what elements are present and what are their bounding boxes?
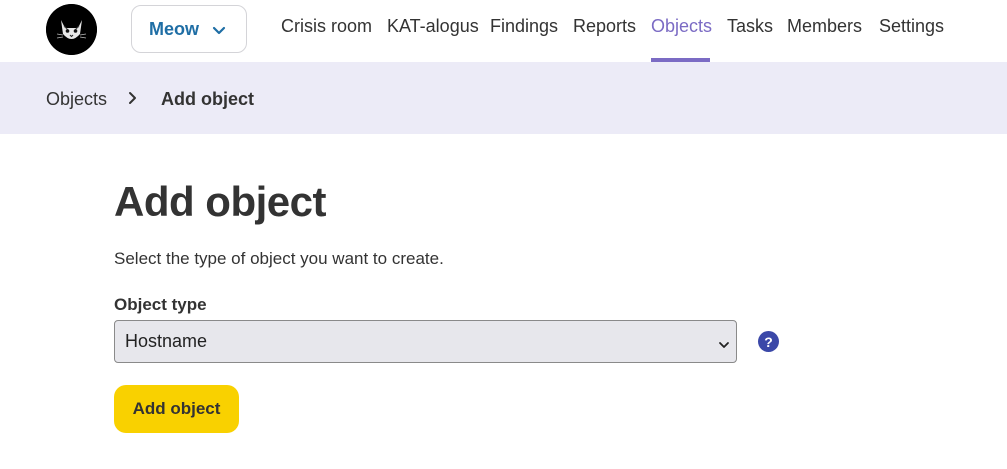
object-type-value: Hostname	[125, 331, 208, 351]
organization-label: Meow	[149, 18, 200, 39]
nav-settings[interactable]: Settings	[879, 16, 944, 37]
nav-reports[interactable]: Reports	[573, 16, 636, 37]
breadcrumb-objects[interactable]: Objects	[46, 89, 107, 110]
nav-crisis-room[interactable]: Crisis room	[281, 16, 372, 37]
object-type-select[interactable]: Hostname	[114, 320, 737, 363]
intro-text: Select the type of object you want to cr…	[114, 249, 444, 268]
top-navigation: Meow Crisis room KAT-alogus Findings Rep…	[0, 0, 1007, 62]
nav-katalogus[interactable]: KAT-alogus	[387, 16, 479, 37]
nav-findings[interactable]: Findings	[490, 16, 558, 37]
page-title: Add object	[114, 178, 327, 225]
nav-objects[interactable]: Objects	[651, 16, 712, 37]
chevron-down-icon	[212, 23, 226, 41]
nav-members[interactable]: Members	[787, 16, 862, 37]
chevron-right-icon	[128, 91, 138, 110]
organization-selector[interactable]: Meow	[131, 5, 247, 53]
cat-logo[interactable]	[46, 4, 97, 55]
help-icon[interactable]: ?	[758, 331, 779, 352]
breadcrumb-add-object: Add object	[161, 89, 254, 109]
chevron-down-icon	[718, 337, 730, 355]
breadcrumb: Objects Add object	[0, 62, 1007, 134]
object-type-label: Object type	[114, 295, 207, 314]
add-object-button[interactable]: Add object	[114, 385, 239, 433]
nav-tasks[interactable]: Tasks	[727, 16, 773, 37]
